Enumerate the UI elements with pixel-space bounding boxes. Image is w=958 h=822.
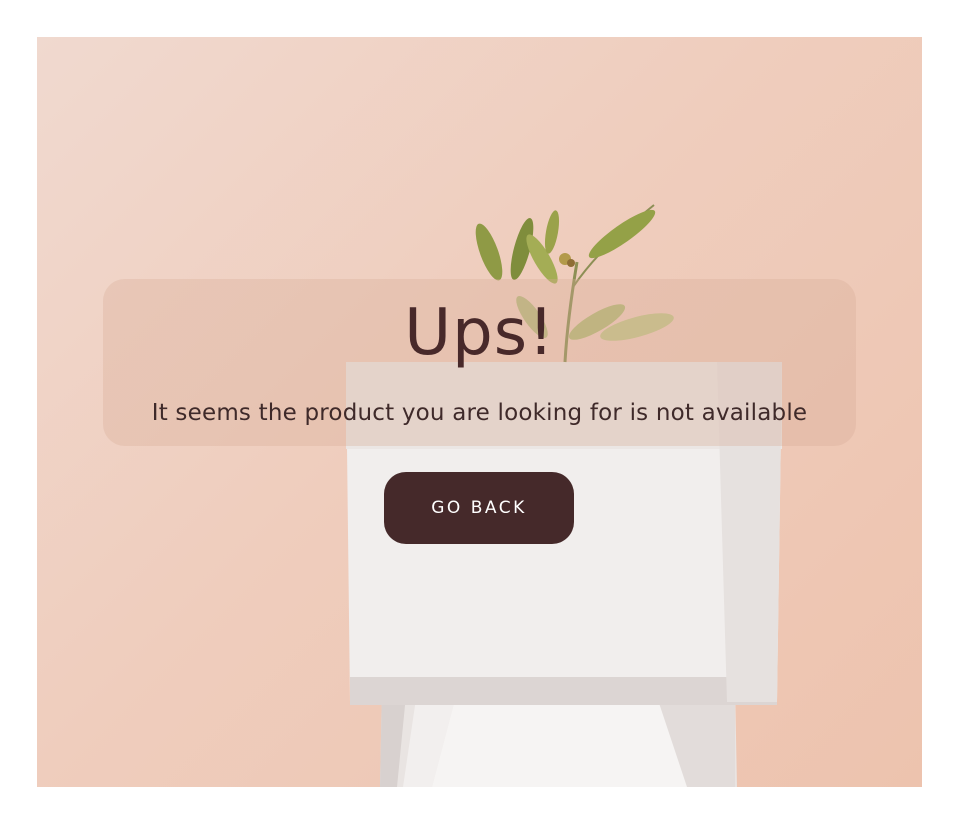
page-title: Ups! <box>404 296 555 370</box>
not-found-hero: Ups! It seems the product you are lookin… <box>37 37 922 787</box>
go-back-button[interactable]: GO BACK <box>384 472 574 544</box>
not-found-message: It seems the product you are looking for… <box>151 400 808 426</box>
